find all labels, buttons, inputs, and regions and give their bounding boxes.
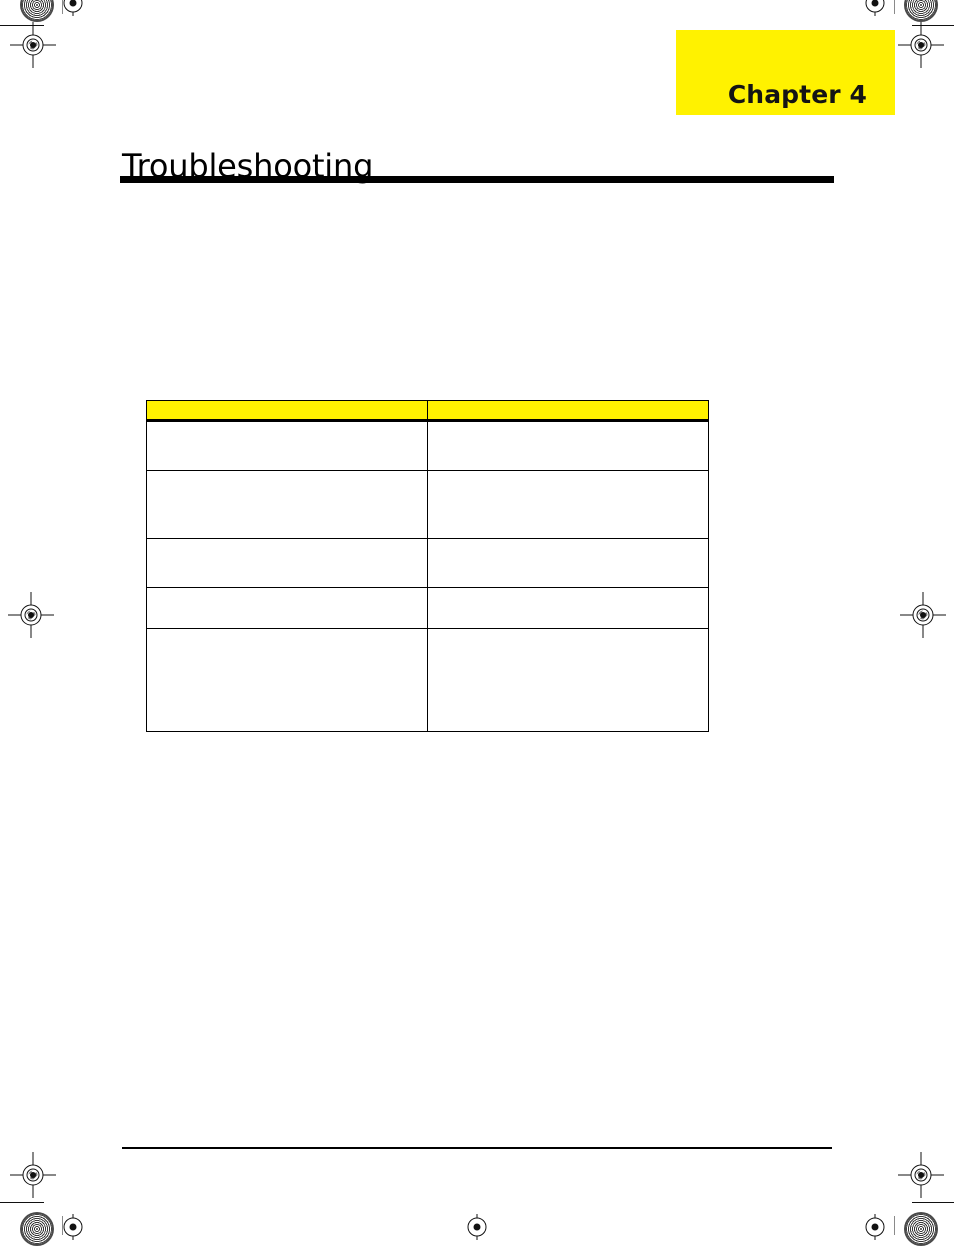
trim-rule-top-right [912,25,954,26]
table-cell [146,420,428,471]
title-underline-rule [120,176,834,183]
mark-separator [894,1216,895,1235]
table-body [146,420,709,732]
chapter-tab-label: Chapter 4 [727,80,867,109]
color-calibration-patch-icon [22,0,52,20]
spoke-target-icon [862,0,888,16]
spoke-target-icon [60,1214,86,1240]
table-row [146,538,709,588]
document-page: Chapter 4 Troubleshooting [0,0,954,1246]
table-cell [146,587,428,629]
trim-rule-bottom-right [912,1202,954,1203]
table-cell [427,628,709,732]
table-cell [146,628,428,732]
color-calibration-patch-icon [22,1214,52,1244]
table-cell [427,470,709,539]
registration-target-icon [900,592,946,638]
registration-target-icon [8,592,54,638]
table-row [146,470,709,539]
table-cell [146,538,428,588]
trim-rule-bottom-left [0,1202,44,1203]
table-cell [427,587,709,629]
spoke-target-icon [60,0,86,16]
registration-target-icon [10,1152,56,1198]
troubleshooting-table [146,400,709,732]
table-row [146,420,709,471]
table-cell [427,538,709,588]
registration-target-icon [898,1152,944,1198]
color-calibration-patch-icon [906,1214,936,1244]
table-row [146,628,709,732]
table-cell [427,420,709,471]
table-header [146,400,709,422]
table-header-cell-0 [146,400,428,422]
spoke-target-icon [464,1214,490,1240]
footer-rule [122,1147,832,1149]
table-row [146,587,709,629]
table-header-row [146,400,709,422]
spoke-target-icon [862,1214,888,1240]
registration-target-icon [10,22,56,68]
chapter-tab: Chapter 4 [676,30,895,115]
trim-rule-top-left [0,25,44,26]
mark-separator [894,0,895,14]
registration-target-icon [898,22,944,68]
color-calibration-patch-icon [906,0,936,20]
table-cell [146,470,428,539]
table-header-cell-1 [427,400,709,422]
